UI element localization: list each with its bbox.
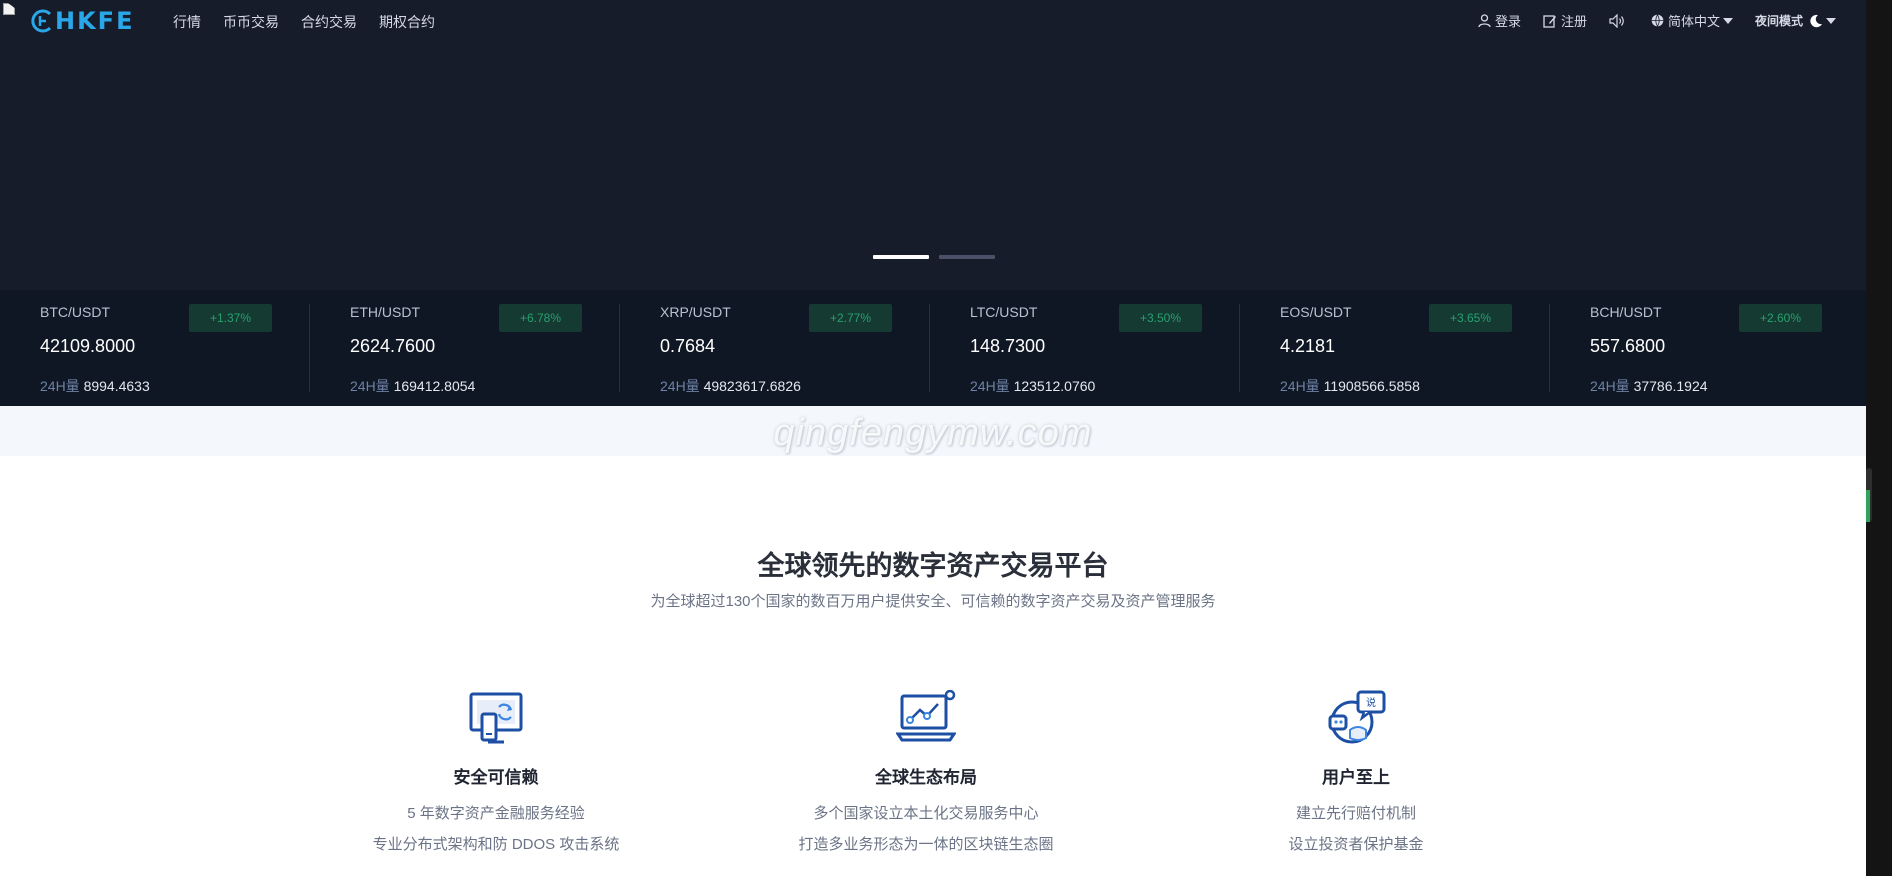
ticker-change-badge: +3.50% [1119,304,1202,332]
nav-contract-trading[interactable]: 合约交易 [301,12,357,32]
feature-line: 专业分布式架构和防 DDOS 攻击系统 [372,836,620,853]
ticker-change-badge: +3.65% [1429,304,1512,332]
ticker-volume: 24H量 169412.8054 [350,376,475,396]
volume-value: 8994.4633 [83,378,150,394]
ticker-pair: ETH/USDT [350,304,420,320]
chevron-down-icon [1826,17,1836,24]
carousel-dot-2[interactable] [939,255,995,259]
feature-line: 5 年数字资产金融服务经验 [407,805,585,822]
ticker-pair: BCH/USDT [1590,304,1662,320]
nav-options[interactable]: 期权合约 [379,12,435,32]
ticker-price: 4.2181 [1280,336,1336,356]
ticker-card[interactable]: LTC/USDT +3.50% 148.7300 24H量 123512.076… [930,290,1240,406]
ticker-price: 148.7300 [970,336,1046,356]
intro-subtitle: 为全球超过130个国家的数百万用户提供安全、可信赖的数字资产交易及资产管理服务 [650,593,1216,610]
volume-value: 49823617.6826 [703,378,801,394]
volume-label: 24H量 [350,378,390,394]
ticker-change-badge: +1.37% [189,304,272,332]
broken-image-icon [2,2,18,18]
intro-title: 全球领先的数字资产交易平台 [757,551,1109,581]
ticker-card[interactable]: EOS/USDT +3.65% 4.2181 24H量 11908566.585… [1240,290,1550,406]
volume-label: 24H量 [1280,378,1320,394]
ticker-card[interactable]: XRP/USDT +2.77% 0.7684 24H量 49823617.682… [620,290,930,406]
volume-value: 11908566.5858 [1323,378,1420,394]
ticker-volume: 24H量 8994.4633 [40,376,150,396]
feature-line: 设立投资者保护基金 [1288,836,1424,853]
register-link[interactable]: 注册 [1543,11,1587,30]
ticker-pair: BTC/USDT [40,304,110,320]
volume-label: 24H量 [40,378,80,394]
volume-label: 24H量 [660,378,700,394]
speaker-icon [1609,13,1624,28]
ticker-volume: 24H量 37786.1924 [1590,376,1708,396]
market-ticker: BTC/USDT +1.37% 42109.8000 24H量 8994.463… [0,290,1866,406]
login-link[interactable]: 登录 [1478,11,1521,30]
volume-value: 169412.8054 [393,378,476,394]
feature-title: 全球生态布局 [875,768,977,787]
top-navbar: HKFE 行情 币币交易 合约交易 期权合约 登录 注册 简体中文 夜间模式 [0,0,1866,42]
feature-line: 多个国家设立本土化交易服务中心 [813,805,1039,822]
ticker-pair: XRP/USDT [660,304,731,320]
ticker-price: 557.6800 [1590,336,1666,356]
carousel-indicators [873,255,1005,259]
feature-card-security: 安全可信赖 5 年数字资产金融服务经验 专业分布式架构和防 DDOS 攻击系统 [296,690,696,854]
ticker-price: 0.7684 [660,336,716,356]
site-logo[interactable]: HKFE [30,7,135,35]
register-label: 注册 [1560,14,1587,29]
ticker-change-badge: +6.78% [499,304,582,332]
ticker-volume: 24H量 123512.0760 [970,376,1095,396]
night-mode-label: 夜间模式 [1754,14,1803,28]
ticker-change-badge: +2.60% [1739,304,1822,332]
global-chart-icon [895,689,957,742]
moon-icon [1810,14,1822,27]
volume-label: 24H量 [970,378,1010,394]
feature-card-global: 全球生态布局 多个国家设立本土化交易服务中心 打造多业务形态为一体的区块链生态圈 [726,689,1126,854]
logo-text: HKFE [55,7,135,35]
chevron-down-icon [1722,17,1733,24]
ticker-volume: 24H量 11908566.5858 [1280,376,1420,396]
feature-line: 打造多业务形态为一体的区块链生态圈 [798,836,1054,853]
nav-market[interactable]: 行情 [173,12,201,32]
nav-spot-trading[interactable]: 币币交易 [223,12,279,32]
exchange-homepage: HKFE 行情 币币交易 合约交易 期权合约 登录 注册 简体中文 夜间模式 B… [0,0,1866,876]
watermark-text: qingfengymw.com [773,412,1093,454]
feature-card-user: 说 用户至上 建立先行赔付机制 设立投资者保护基金 [1156,690,1556,854]
feature-title: 用户至上 [1322,768,1390,787]
login-label: 登录 [1494,14,1521,29]
secure-device-icon [469,692,523,744]
nav-right-group: 登录 注册 简体中文 夜间模式 [1456,11,1836,30]
ticker-pair: EOS/USDT [1280,304,1352,320]
volume-label: 24H量 [1590,378,1630,394]
volume-value: 37786.1924 [1633,378,1708,394]
sound-toggle[interactable] [1609,13,1629,28]
hero-banner [0,42,1866,290]
language-select[interactable]: 简体中文 [1651,11,1733,30]
ticker-change-badge: +2.77% [809,304,892,332]
ticker-price: 2624.7600 [350,336,436,356]
ticker-volume: 24H量 49823617.6826 [660,376,801,396]
volume-value: 123512.0760 [1013,378,1096,394]
night-mode-toggle[interactable]: 夜间模式 [1755,12,1836,29]
user-icon [1478,13,1491,27]
feature-line: 建立先行赔付机制 [1295,805,1416,822]
user-support-icon: 说 [1328,690,1386,744]
logo-ring-icon [31,9,52,33]
ticker-price: 42109.8000 [40,336,136,356]
ticker-pair: LTC/USDT [970,304,1038,320]
ticker-card[interactable]: ETH/USDT +6.78% 2624.7600 24H量 169412.80… [310,290,620,406]
feature-title: 安全可信赖 [453,768,539,787]
main-nav: 行情 币币交易 合约交易 期权合约 [173,12,457,32]
side-accent-bar [1866,490,1870,522]
globe-icon [1651,14,1664,27]
carousel-dot-1[interactable] [873,255,929,259]
svg-text:说: 说 [1366,696,1376,709]
ticker-card[interactable]: BTC/USDT +1.37% 42109.8000 24H量 8994.463… [0,290,310,406]
edit-icon [1543,14,1556,28]
language-label: 简体中文 [1667,14,1720,29]
window-right-edge [1866,0,1892,876]
ticker-card[interactable]: BCH/USDT +2.60% 557.6800 24H量 37786.1924 [1550,290,1860,406]
